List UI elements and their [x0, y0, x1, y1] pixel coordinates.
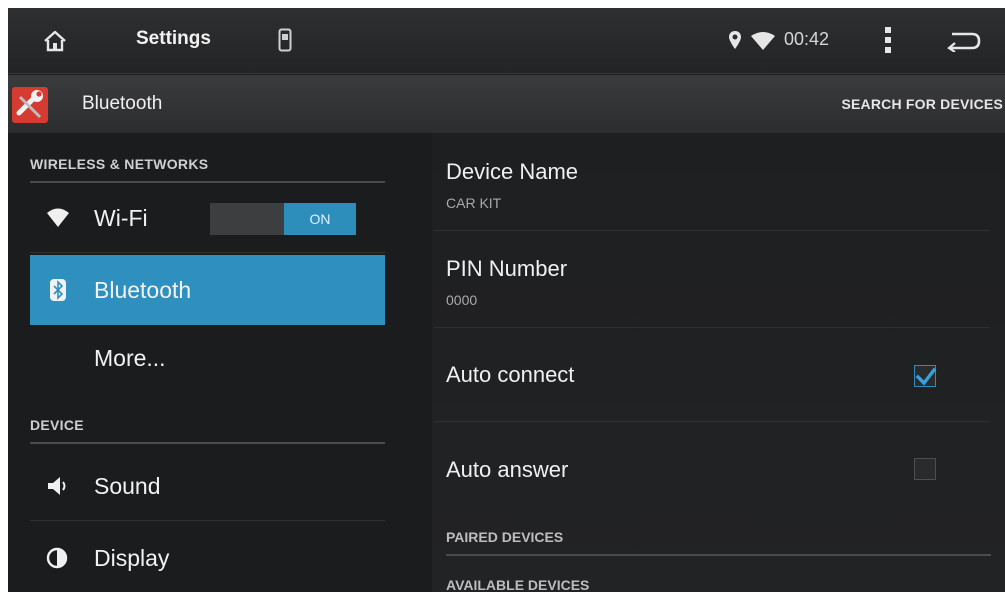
- wifi-icon: [47, 208, 69, 227]
- location-icon: [729, 31, 741, 49]
- search-for-devices-button[interactable]: SEARCH FOR DEVICES: [841, 96, 1003, 112]
- sidebar-item-sound[interactable]: Sound: [30, 451, 385, 521]
- sidebar-item-label-more: More...: [94, 345, 166, 371]
- page-title: Bluetooth: [82, 93, 163, 114]
- auto-connect-checkbox[interactable]: [914, 365, 937, 387]
- paired-devices-header: PAIRED DEVICES: [446, 529, 991, 556]
- section-header-device: DEVICE: [30, 417, 385, 444]
- speaker-icon: [48, 477, 66, 495]
- settings-app-icon[interactable]: [12, 87, 48, 123]
- home-icon[interactable]: [42, 28, 68, 54]
- checkmark-icon: [915, 367, 937, 386]
- bluetooth-icon: [50, 279, 66, 301]
- pin-number-title: PIN Number: [446, 256, 568, 281]
- status-title: Settings: [136, 28, 211, 49]
- sidebar-item-label-display: Display: [94, 545, 170, 571]
- section-header-wireless: WIRELESS & NETWORKS: [30, 156, 385, 183]
- status-bar: Settings 00:42: [8, 8, 1005, 74]
- phone-icon: [278, 28, 292, 52]
- device-name-row[interactable]: Device Name CAR KIT: [434, 133, 989, 231]
- wifi-toggle[interactable]: ON: [210, 203, 356, 235]
- device-name-title: Device Name: [446, 159, 579, 184]
- action-bar: Bluetooth SEARCH FOR DEVICES: [8, 75, 1005, 133]
- wifi-toggle-state: ON: [284, 203, 356, 235]
- auto-answer-label: Auto answer: [446, 457, 569, 482]
- sidebar-item-bluetooth[interactable]: Bluetooth: [30, 255, 385, 325]
- settings-category-list: WIRELESS & NETWORKS Wi-Fi ON Bluetooth M…: [8, 133, 428, 592]
- clock: 00:42: [784, 29, 830, 49]
- wifi-signal-icon: [751, 32, 775, 50]
- auto-connect-label: Auto connect: [446, 362, 575, 387]
- overflow-menu-icon[interactable]: [884, 26, 892, 54]
- auto-answer-row[interactable]: Auto answer: [434, 422, 989, 517]
- sidebar-item-label-wifi: Wi-Fi: [94, 205, 148, 231]
- auto-connect-row[interactable]: Auto connect: [434, 328, 989, 422]
- back-icon[interactable]: [946, 30, 982, 52]
- sidebar-item-display[interactable]: Display: [30, 523, 385, 592]
- bluetooth-settings-panel: Device Name CAR KIT PIN Number 0000 Auto…: [432, 133, 1005, 592]
- sidebar-item-more[interactable]: More...: [30, 327, 385, 397]
- device-name-value: CAR KIT: [446, 195, 502, 211]
- available-devices-header: AVAILABLE DEVICES: [446, 577, 590, 592]
- sidebar-item-wifi[interactable]: Wi-Fi ON: [30, 183, 385, 253]
- pin-number-value: 0000: [446, 292, 478, 308]
- sidebar-item-label-bluetooth: Bluetooth: [94, 277, 192, 303]
- android-settings-screen: Settings 00:42 Bluetooth SEARCH FOR DEVI…: [8, 8, 1005, 592]
- brightness-icon: [46, 547, 68, 569]
- pin-number-row[interactable]: PIN Number 0000: [434, 231, 989, 328]
- sidebar-item-label-sound: Sound: [94, 473, 161, 499]
- auto-answer-checkbox[interactable]: [914, 458, 936, 480]
